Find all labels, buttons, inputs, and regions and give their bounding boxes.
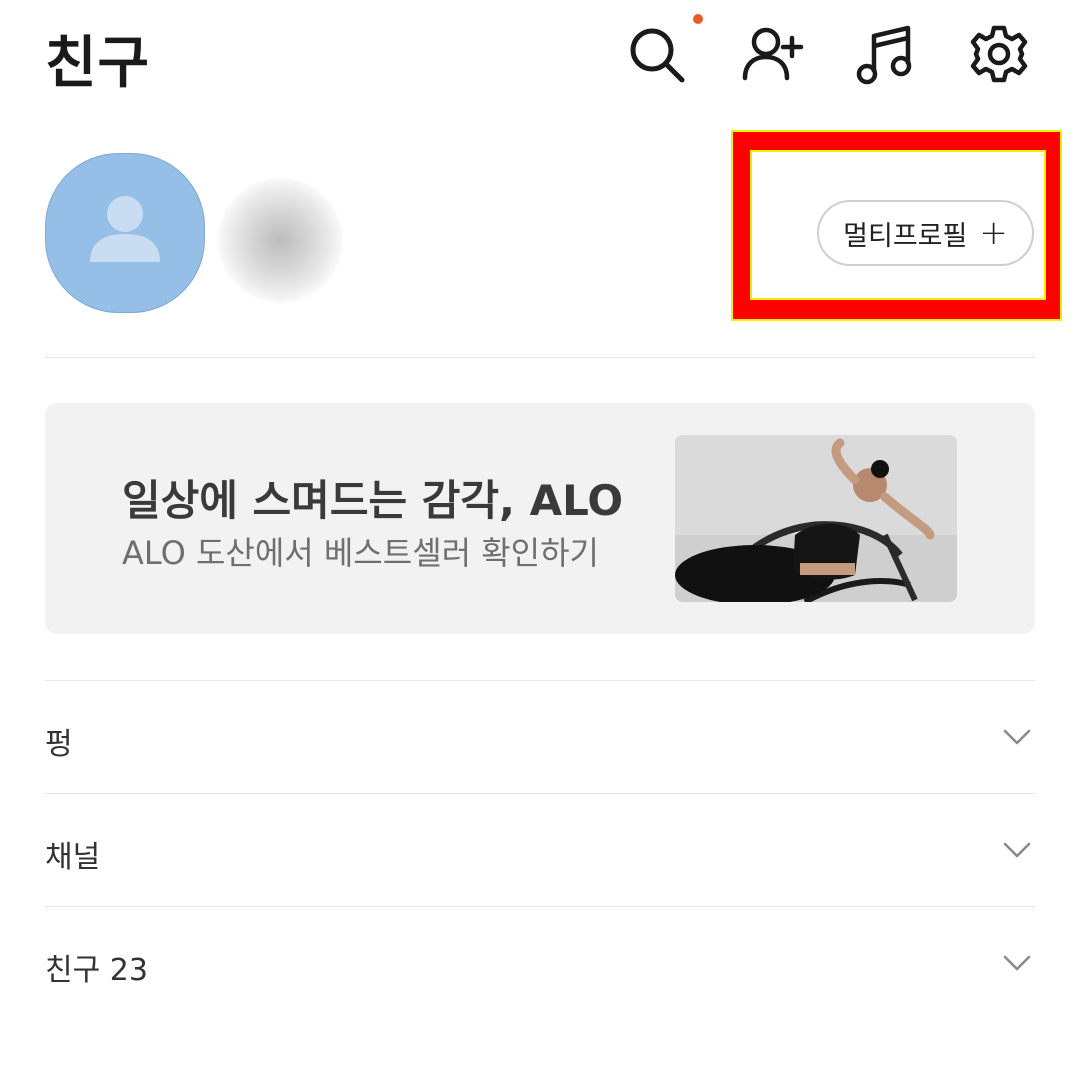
top-header: 친구 <box>0 0 1080 110</box>
avatar[interactable] <box>45 153 205 313</box>
ad-banner[interactable]: 일상에 스며드는 감각, ALO ALO 도산에서 베스트셀러 확인하기 <box>45 403 1035 634</box>
banner-subtitle: ALO 도산에서 베스트셀러 확인하기 <box>122 534 600 572</box>
section-label: 친구 23 <box>45 953 148 988</box>
multi-profile-label: 멀티프로필 <box>843 220 968 252</box>
section-label: 펑 <box>45 727 73 762</box>
notification-dot <box>693 14 703 24</box>
search-icon <box>630 28 685 83</box>
settings-icon <box>970 25 1028 83</box>
blurred-profile-name <box>218 178 343 303</box>
add-friend-button[interactable] <box>738 20 806 88</box>
my-profile-section: 멀티프로필 + <box>0 130 1080 358</box>
model-photo-illustration <box>675 435 957 602</box>
settings-button[interactable] <box>965 20 1033 88</box>
page-title: 친구 <box>45 31 151 96</box>
banner-image <box>675 435 957 602</box>
person-icon <box>90 196 160 262</box>
chevron-down-icon[interactable] <box>1001 947 1033 979</box>
section-label: 채널 <box>45 840 101 875</box>
multi-profile-button[interactable]: 멀티프로필 + <box>817 200 1034 266</box>
music-button[interactable] <box>852 20 920 88</box>
section-row-channel[interactable]: 채널 <box>45 794 1035 906</box>
section-row-pung[interactable]: 펑 <box>45 681 1035 793</box>
chevron-down-icon[interactable] <box>1001 721 1033 753</box>
chevron-down-icon[interactable] <box>1001 834 1033 866</box>
music-icon <box>856 25 912 85</box>
add-friend-icon <box>742 27 804 81</box>
search-button[interactable] <box>622 20 690 88</box>
banner-title: 일상에 스며드는 감각, ALO <box>122 476 624 525</box>
plus-icon: + <box>979 213 1008 253</box>
section-row-friends[interactable]: 친구 23 <box>45 907 1035 1019</box>
divider <box>45 357 1035 358</box>
